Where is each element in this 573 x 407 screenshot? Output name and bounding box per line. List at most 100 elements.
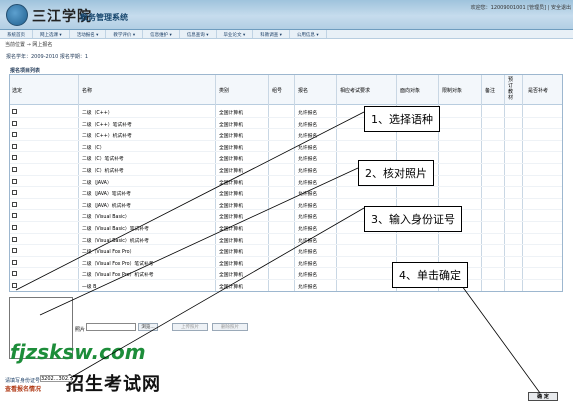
row-name: 二级（C）笔试补考 [82, 157, 124, 163]
callout-line-4 [461, 285, 541, 394]
row-select-checkbox[interactable] [12, 132, 17, 138]
nav-item-survey[interactable]: 科教调查 ▾ [253, 30, 290, 38]
row-name: 二级（C++）笔试补考 [82, 122, 132, 128]
row-name: 二级（C） [82, 145, 105, 151]
row-name: 一级 B [82, 285, 97, 290]
term-info: 报名学年：2009-2010 报名学期：1 [6, 54, 89, 60]
row-category: 全国计算机 [219, 250, 243, 256]
watermark-site: fjzsksw.com [10, 340, 146, 364]
row-category: 全国计算机 [219, 169, 243, 174]
row-category: 全国计算机 [219, 145, 243, 151]
row-category: 全国计算机 [219, 180, 243, 186]
row-category: 全国计算机 [219, 261, 243, 267]
row-name: 二级（Visual Fox Pro） [82, 250, 135, 256]
nav-item-home[interactable]: 系统首页 [0, 30, 33, 38]
row-select-checkbox[interactable] [12, 143, 17, 149]
row-name: 二级（JAVA）机试补考 [82, 203, 131, 209]
table-header: 选定 名称 类别 组号 报名 相应考试要求 面向对象 限制对象 备注 预订教材 … [10, 75, 562, 105]
row-select-checkbox[interactable] [12, 259, 17, 265]
nav-item-info-query[interactable]: 信息查询 ▾ [180, 30, 217, 38]
school-logo-icon [6, 4, 28, 26]
col-target: 面向对象 [400, 88, 421, 94]
nav-item-course-selection[interactable]: 网上选课 ▾ [33, 30, 70, 38]
row-name: 二级（C）机试补考 [82, 169, 124, 174]
row-signup-status: 允许报名 [298, 192, 318, 198]
delete-photo-button[interactable]: 删除照片 [212, 323, 248, 331]
row-category: 全国计算机 [219, 285, 243, 290]
table-row: 二级（C）笔试补考 全国计算机 允许报名 [10, 152, 562, 164]
row-name: 二级（Visual Fox Pro）机试补考 [82, 273, 154, 279]
view-signup-status-link[interactable]: 查看报名情况 [5, 384, 41, 393]
col-resit: 是否补考 [528, 88, 549, 94]
nav-item-signup[interactable]: 活动报名 ▾ [70, 30, 107, 38]
row-signup-status: 允许报名 [298, 261, 318, 267]
row-name: 二级（Visual Basic） [82, 215, 130, 221]
app-header: 三江学院 教务管理系统 欢迎您：12009001001 [管理员] | 安全退出 [0, 0, 573, 30]
table-row: 二级（Visual Fox Pro）笔试补考 全国计算机 允许报名 [10, 257, 562, 269]
table-row: 二级（C）机试补考 全国计算机 允许报名 [10, 164, 562, 176]
row-category: 全国计算机 [219, 273, 243, 279]
table-row: 二级（C） 全国计算机 允许报名 [10, 141, 562, 153]
row-select-checkbox[interactable] [12, 178, 17, 184]
table-row: 二级（C++）笔试补考 全国计算机 允许报名 [10, 118, 562, 130]
row-select-checkbox[interactable] [12, 271, 17, 277]
nav-item-public-info[interactable]: 公用信息 ▾ [290, 30, 327, 38]
table-row: 二级（C++）机试补考 全国计算机 允许报名 [10, 129, 562, 141]
row-select-checkbox[interactable] [12, 248, 17, 254]
breadcrumb: 当前位置 → 网上报名 [5, 42, 53, 48]
row-select-checkbox[interactable] [12, 201, 17, 207]
row-select-checkbox[interactable] [12, 283, 17, 288]
nav-item-info-maintain[interactable]: 信息维护 ▾ [143, 30, 180, 38]
welcome-text[interactable]: 欢迎您：12009001001 [管理员] | 安全退出 [471, 4, 571, 11]
row-signup-status: 允许报名 [298, 250, 318, 256]
nav-item-evaluation[interactable]: 教学评价 ▾ [106, 30, 144, 38]
signup-table: 选定 名称 类别 组号 报名 相应考试要求 面向对象 限制对象 备注 预订教材 … [9, 74, 563, 292]
row-select-checkbox[interactable] [12, 120, 17, 126]
table-row: 二级（Visual Fox Pro）机试补考 全国计算机 允许报名 [10, 268, 562, 280]
row-signup-status: 允许报名 [298, 203, 318, 209]
table-row: 二级（Visual Basic） 全国计算机 允许报名 [10, 210, 562, 222]
row-select-checkbox[interactable] [12, 155, 17, 161]
col-group: 组号 [272, 88, 283, 94]
row-select-checkbox[interactable] [12, 109, 17, 114]
row-category: 全国计算机 [219, 111, 243, 116]
row-select-checkbox[interactable] [12, 236, 17, 242]
row-category: 全国计算机 [219, 215, 243, 221]
browse-button[interactable]: 浏览... [138, 323, 158, 331]
id-label: 请填写身份证号： [5, 378, 46, 384]
row-name: 二级（Visual Fox Pro）笔试补考 [82, 261, 154, 267]
row-select-checkbox[interactable] [12, 225, 17, 230]
row-category: 全国计算机 [219, 203, 243, 209]
col-note: 备注 [485, 88, 496, 94]
row-category: 全国计算机 [219, 122, 243, 128]
watermark-brand: 招生考试网 [66, 374, 161, 395]
row-name: 二级（JAVA） [82, 180, 112, 186]
col-booked: 预订教材 [508, 77, 514, 101]
table-row: 二级（Visual Basic）机试补考 全国计算机 允许报名 [10, 234, 562, 246]
row-signup-status: 允许报名 [298, 285, 318, 290]
row-name: 二级（Visual Basic）机试补考 [82, 238, 149, 244]
nav-item-thesis[interactable]: 毕业论文 ▾ [217, 30, 254, 38]
main-nav: 系统首页 网上选课 ▾ 活动报名 ▾ 教学评价 ▾ 信息维护 ▾ 信息查询 ▾ … [0, 30, 573, 39]
id-number-input[interactable]: 3202...302... [40, 375, 73, 382]
callout-check-photo: 2、核对照片 [358, 160, 434, 186]
row-select-checkbox[interactable] [12, 190, 17, 196]
row-select-checkbox[interactable] [12, 167, 17, 172]
photo-file-input[interactable] [86, 323, 136, 331]
row-name: 二级（C++） [82, 111, 113, 116]
row-category: 全国计算机 [219, 227, 243, 232]
photo-label: 照片 [75, 327, 86, 333]
row-signup-status: 允许报名 [298, 238, 318, 244]
upload-photo-button[interactable]: 上传照片 [172, 323, 208, 331]
table-row: 二级（JAVA）机试补考 全国计算机 允许报名 [10, 199, 562, 211]
row-signup-status: 允许报名 [298, 122, 318, 128]
table-row: 二级（Visual Basic）笔试补考 全国计算机 允许报名 [10, 222, 562, 234]
confirm-button[interactable]: 确 定 [528, 392, 558, 401]
row-select-checkbox[interactable] [12, 213, 17, 219]
system-title: 教务管理系统 [80, 13, 128, 22]
row-signup-status: 允许报名 [298, 169, 318, 174]
table-row: 二级（JAVA） 全国计算机 允许报名 [10, 176, 562, 188]
col-category: 类别 [219, 88, 230, 94]
table-row: 一级 B 全国计算机 允许报名 [10, 280, 562, 291]
row-category: 全国计算机 [219, 134, 243, 140]
